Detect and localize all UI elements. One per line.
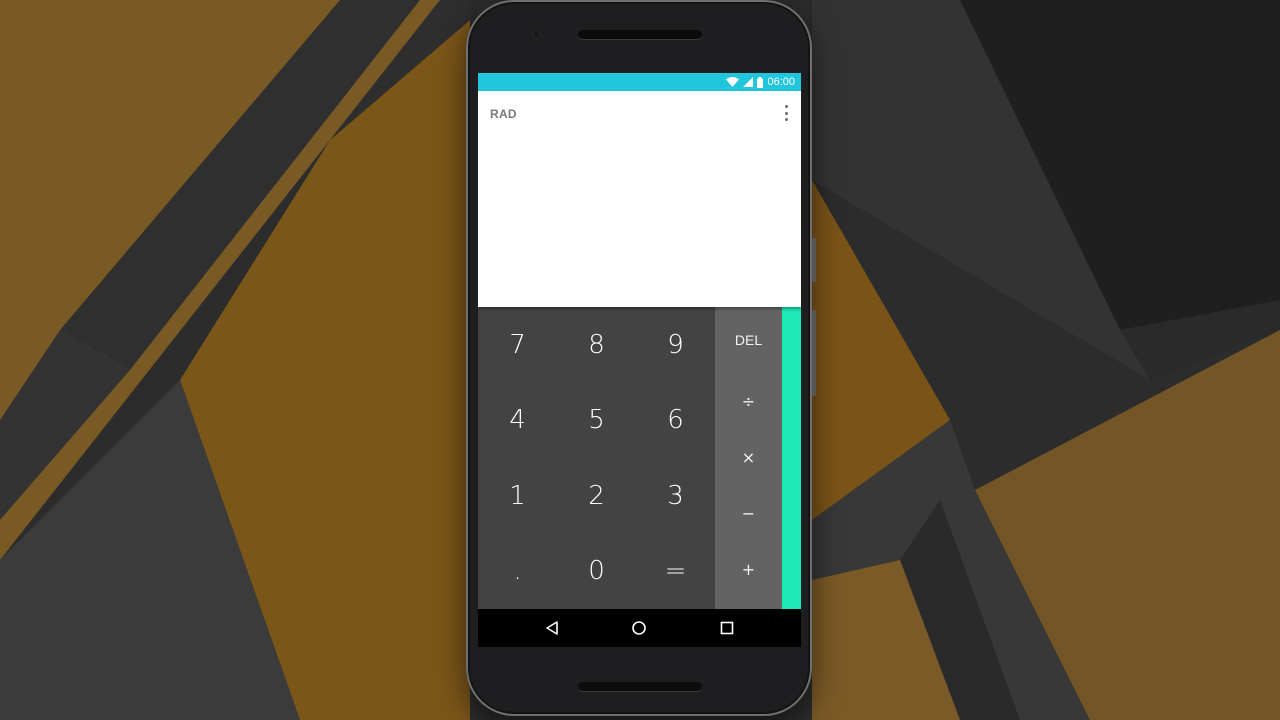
top-speaker-grill bbox=[578, 30, 702, 39]
key-4[interactable]: 4 bbox=[478, 383, 557, 459]
multiply-button[interactable]: × bbox=[715, 429, 782, 485]
add-button[interactable]: + bbox=[715, 541, 782, 597]
key-7[interactable]: 7 bbox=[478, 307, 557, 383]
angle-mode-label[interactable]: RAD bbox=[490, 107, 517, 121]
navigation-bar bbox=[478, 609, 801, 647]
wifi-icon bbox=[726, 77, 740, 87]
key-equals[interactable]: = bbox=[636, 534, 715, 610]
power-button[interactable] bbox=[812, 238, 816, 282]
bottom-speaker-grill bbox=[578, 682, 702, 691]
subtract-button[interactable]: − bbox=[715, 485, 782, 541]
key-0[interactable]: 0 bbox=[557, 534, 636, 610]
delete-button[interactable]: DEL bbox=[715, 307, 782, 373]
key-8[interactable]: 8 bbox=[557, 307, 636, 383]
key-9[interactable]: 9 bbox=[636, 307, 715, 383]
divide-button[interactable]: ÷ bbox=[715, 373, 782, 429]
signal-icon bbox=[743, 77, 754, 87]
status-bar: 06:00 bbox=[478, 73, 801, 91]
key-3[interactable]: 3 bbox=[636, 458, 715, 534]
calculator-display[interactable]: RAD bbox=[478, 91, 801, 307]
number-keypad: 7 8 9 4 5 6 1 2 3 . 0 = bbox=[478, 307, 715, 609]
home-icon[interactable] bbox=[619, 609, 659, 647]
phone-screen: 06:00 RAD 7 8 9 4 5 6 1 2 3 . 0 = DEL ÷ … bbox=[478, 73, 801, 647]
key-decimal[interactable]: . bbox=[478, 534, 557, 610]
front-camera bbox=[532, 30, 541, 39]
battery-icon bbox=[757, 76, 764, 88]
advanced-panel-drawer[interactable] bbox=[782, 307, 801, 609]
back-icon[interactable] bbox=[532, 609, 572, 647]
key-5[interactable]: 5 bbox=[557, 383, 636, 459]
status-time: 06:00 bbox=[767, 76, 795, 88]
key-1[interactable]: 1 bbox=[478, 458, 557, 534]
key-6[interactable]: 6 bbox=[636, 383, 715, 459]
recents-icon[interactable] bbox=[707, 609, 747, 647]
operator-column: DEL ÷ × − + bbox=[715, 307, 782, 609]
overflow-menu-icon[interactable] bbox=[781, 105, 791, 121]
volume-button[interactable] bbox=[812, 310, 816, 396]
key-2[interactable]: 2 bbox=[557, 458, 636, 534]
